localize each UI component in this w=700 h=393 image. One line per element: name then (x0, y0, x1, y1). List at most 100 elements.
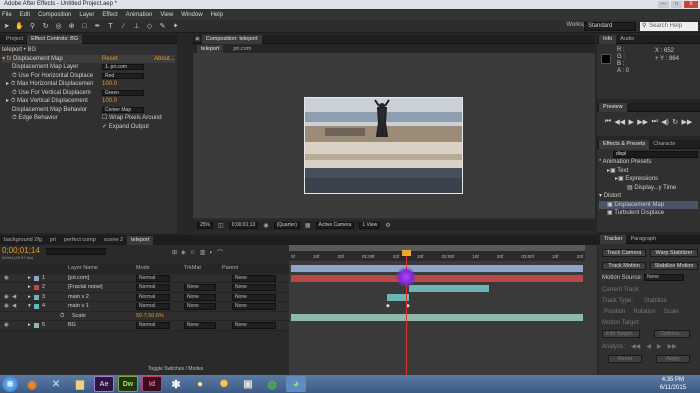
label-color[interactable] (34, 275, 39, 281)
composition-viewer[interactable] (193, 53, 595, 218)
taskbar-chrome[interactable]: ◍ (262, 376, 282, 392)
taskbar-after-effects[interactable]: Ae (94, 376, 114, 392)
parent-dropdown[interactable]: None (232, 274, 276, 282)
layer-row[interactable]: ▸ 2 [Fractal noise] Normal None None (0, 283, 289, 293)
horizontal-channel-dropdown[interactable]: Red (102, 72, 144, 79)
taskbar-explorer[interactable]: ▆ (70, 376, 90, 392)
tab-timeline-background[interactable]: background 2fg (0, 236, 46, 245)
tab-tracker[interactable]: Tracker (600, 234, 627, 244)
about-link[interactable]: About... (154, 55, 175, 64)
parent-dropdown[interactable]: None (232, 303, 276, 310)
pan-behind-tool-icon[interactable]: ⊕ (67, 22, 76, 31)
stabilize-motion-button[interactable]: Stabilize Motion (650, 262, 698, 270)
label-color[interactable] (34, 285, 39, 290)
loop-icon[interactable]: ↻ (672, 118, 678, 126)
menu-help[interactable]: Help (211, 12, 223, 18)
warp-stabilizer-button[interactable]: Warp Stabilizer (650, 249, 698, 257)
motion-blur-icon[interactable]: ◐ (209, 250, 213, 256)
timeline-graph[interactable]: 0f 10f 20f 01:00f 10f 20f 02:00f 10f 20f… (289, 245, 597, 375)
trkmat-dropdown[interactable]: None (184, 284, 216, 291)
max-horizontal-value[interactable]: 100.0 (102, 80, 117, 89)
tree-item[interactable]: ▾ Distort (599, 192, 698, 201)
max-vertical-value[interactable]: 100.0 (102, 97, 117, 106)
tab-timeline-teleport[interactable]: teleport (127, 235, 154, 245)
layer-name[interactable]: BG (68, 321, 76, 330)
current-time-field[interactable]: 0;00;01;13 (228, 222, 259, 229)
tree-item[interactable]: ▸▣ Expressions (599, 175, 698, 184)
layer-row[interactable]: ◉ ◀ ▸ 3 main v 2 Normal None None (0, 293, 289, 302)
scale-checkbox[interactable]: Scale (664, 309, 679, 315)
tree-item[interactable]: ▸▣ Text (599, 167, 698, 176)
minimize-button[interactable]: — (658, 1, 669, 8)
taskbar-firefox[interactable]: ◉ (22, 376, 42, 392)
keyframe-icon[interactable]: ◆ (386, 303, 390, 309)
tree-item[interactable]: ▤ Display...y Time (599, 184, 698, 193)
taskbar-film[interactable]: ▣ (238, 376, 258, 392)
parent-dropdown[interactable]: None (232, 284, 276, 291)
stopwatch-icon[interactable]: ⏱ (60, 312, 64, 321)
tab-info[interactable]: Info (599, 34, 617, 44)
roto-brush-tool-icon[interactable]: ✎ (158, 22, 167, 31)
prev-frame-icon[interactable]: ◀◀ (614, 118, 625, 126)
hand-tool-icon[interactable]: ✋ (15, 22, 24, 31)
mode-dropdown[interactable]: Normal (136, 293, 170, 301)
track-camera-button[interactable]: Track Camera (602, 249, 646, 257)
property-row-scale[interactable]: ⏱ Scale 50.7,50.6% (0, 312, 289, 321)
expand-arrow-icon[interactable]: ▸ (28, 274, 31, 283)
pen-tool-icon[interactable]: ✒ (93, 22, 102, 31)
play-icon[interactable]: ▶ (629, 118, 634, 126)
audio-icon[interactable]: ◀ (12, 293, 16, 302)
layer-name[interactable]: [Fractal noise] (68, 283, 103, 292)
visibility-icon[interactable]: ◉ (4, 293, 9, 302)
tab-composition[interactable]: Composition: teleport (201, 34, 262, 44)
layer-name[interactable]: main v 1 (68, 302, 89, 311)
camera-dropdown[interactable]: Active Camera (315, 222, 355, 229)
draft-3d-icon[interactable]: ◈ (181, 249, 186, 256)
clone-stamp-tool-icon[interactable]: ⊥ (132, 22, 141, 31)
audio-icon[interactable]: ◀) (661, 118, 669, 126)
taskbar-idea[interactable]: ● (190, 376, 210, 392)
layer-row[interactable]: ◉ ◀ ▾ 4 main v 1 Normal None None (0, 302, 289, 312)
vertical-channel-dropdown[interactable]: Green (102, 89, 144, 96)
tab-project[interactable]: Project (2, 35, 27, 44)
expand-output-checkbox[interactable]: ✓ Expand Output (102, 123, 149, 132)
lock-icon[interactable]: ▣ (195, 36, 200, 42)
zoom-tool-icon[interactable]: ⚲ (28, 22, 37, 31)
track-type-value[interactable]: Stabilize (644, 298, 667, 304)
graph-editor-icon[interactable]: ⌒ (217, 248, 223, 257)
tab-audio[interactable]: Audio (616, 35, 638, 44)
last-frame-icon[interactable]: ⏭ (651, 118, 657, 126)
composition-frame[interactable] (304, 97, 463, 194)
analyze-back-icon[interactable]: ◀◀ (631, 343, 640, 350)
layer-row[interactable]: ◉ ▸ 5 BG Normal None None (0, 321, 289, 331)
layer-bar-pri-com[interactable] (291, 265, 583, 272)
position-checkbox[interactable]: Position (604, 309, 625, 315)
selection-tool-icon[interactable]: ➤ (2, 22, 11, 31)
map-behavior-dropdown[interactable]: Center Map (102, 106, 144, 113)
track-motion-button[interactable]: Track Motion (602, 262, 646, 270)
mode-dropdown[interactable]: Normal (136, 303, 170, 310)
time-ruler[interactable]: 0f 10f 20f 01:00f 10f 20f 02:00f 10f 20f… (289, 251, 585, 261)
rectangle-tool-icon[interactable]: □ (80, 22, 89, 31)
menu-file[interactable]: File (2, 12, 12, 18)
trkmat-dropdown[interactable]: None (184, 322, 216, 329)
analyze-back-frame-icon[interactable]: ◀ (646, 343, 651, 350)
expand-arrow-icon[interactable]: ▸ (28, 293, 31, 302)
scale-value[interactable]: 50.7,50.6% (136, 312, 164, 321)
timeline-timecode[interactable]: 0;00;01;14 (2, 246, 287, 255)
tab-timeline-scene-2[interactable]: scene 2 (100, 236, 127, 245)
edit-target-button[interactable]: Edit Target... (602, 330, 640, 338)
expand-arrow-icon[interactable]: ▸ (28, 321, 31, 330)
layer-name[interactable]: main v 2 (68, 293, 89, 302)
menu-view[interactable]: View (160, 12, 173, 18)
type-tool-icon[interactable]: T (106, 22, 115, 31)
tab-effects-presets[interactable]: Effects & Presets (599, 139, 650, 149)
tab-character[interactable]: Characte (649, 140, 679, 149)
layer-name[interactable]: [pri.com] (68, 274, 89, 283)
subtab-pri-com[interactable]: pri.com (229, 45, 255, 53)
tab-effect-controls[interactable]: Effect Controls: BG (27, 34, 83, 44)
first-frame-icon[interactable]: ⏮ (605, 118, 611, 126)
menu-effect[interactable]: Effect (102, 12, 117, 18)
motion-source-dropdown[interactable]: None (644, 274, 684, 281)
tab-timeline-pri[interactable]: pri (46, 236, 60, 245)
